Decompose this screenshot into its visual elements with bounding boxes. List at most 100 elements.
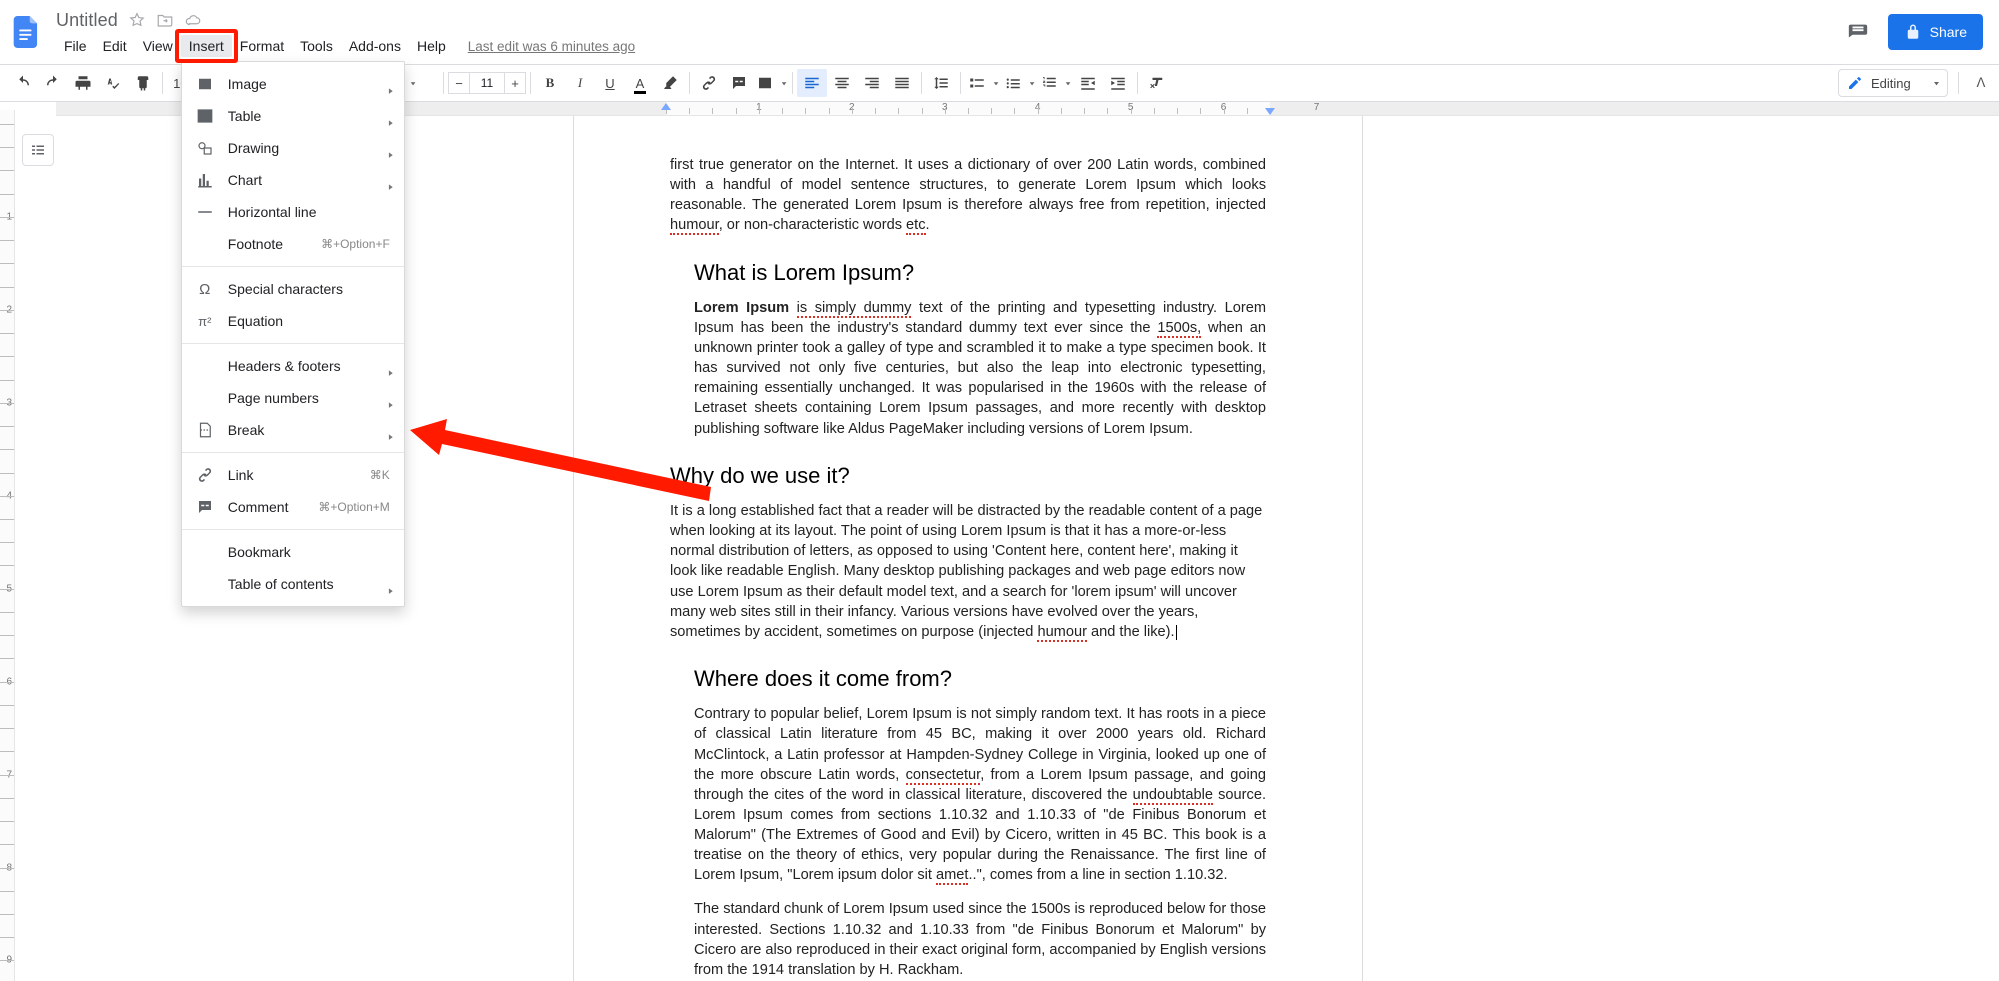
- underline-button[interactable]: U: [595, 69, 625, 97]
- redo-button[interactable]: [38, 69, 68, 97]
- spellcheck-button[interactable]: [98, 69, 128, 97]
- insert-break-item[interactable]: Break: [182, 414, 404, 446]
- menu-item-label: Table of contents: [228, 576, 334, 592]
- menu-item-label: Headers & footers: [228, 358, 341, 374]
- font-size-decrease[interactable]: −: [448, 72, 470, 94]
- cloud-status-icon[interactable]: [184, 11, 202, 29]
- menu-item-label: Horizontal line: [228, 204, 317, 220]
- insert-equation-item[interactable]: π² Equation: [182, 305, 404, 337]
- menu-item-label: Equation: [228, 313, 283, 329]
- menu-format[interactable]: Format: [232, 35, 292, 57]
- menu-edit[interactable]: Edit: [95, 35, 135, 57]
- menu-insert[interactable]: Insert: [181, 35, 232, 57]
- insert-toc-item[interactable]: Table of contents: [182, 568, 404, 600]
- print-button[interactable]: [68, 69, 98, 97]
- bold-button[interactable]: B: [535, 69, 565, 97]
- insert-comment-button[interactable]: [724, 69, 754, 97]
- insert-bookmark-item[interactable]: Bookmark: [182, 536, 404, 568]
- font-size-stepper: − 11 +: [448, 72, 526, 94]
- menu-item-label: Comment: [228, 499, 289, 515]
- menu-item-label: Chart: [228, 172, 262, 188]
- heading: What is Lorem Ipsum?: [670, 258, 1266, 288]
- editing-mode-dropdown[interactable]: Editing: [1838, 69, 1948, 97]
- insert-image-button[interactable]: [754, 69, 788, 97]
- clear-formatting-button[interactable]: [1142, 69, 1172, 97]
- document-title[interactable]: Untitled: [56, 10, 118, 31]
- pi-icon: π²: [196, 312, 214, 330]
- menu-tools[interactable]: Tools: [292, 35, 341, 57]
- docs-logo[interactable]: [8, 14, 44, 50]
- image-icon: [196, 75, 214, 93]
- menu-item-label: Page numbers: [228, 390, 319, 406]
- horizontal-line-icon: [196, 203, 214, 221]
- collapse-toolbar-button[interactable]: ᐱ: [1969, 75, 1993, 91]
- align-center-button[interactable]: [827, 69, 857, 97]
- share-button[interactable]: Share: [1888, 14, 1983, 50]
- table-icon: [196, 107, 214, 125]
- insert-horizontal-line-item[interactable]: Horizontal line: [182, 196, 404, 228]
- insert-headers-footers-item[interactable]: Headers & footers: [182, 350, 404, 382]
- undo-button[interactable]: [8, 69, 38, 97]
- menu-item-label: Footnote: [228, 236, 283, 252]
- indent-increase-button[interactable]: [1103, 69, 1133, 97]
- paragraph: Lorem Ipsum is simply dummy text of the …: [670, 298, 1266, 439]
- insert-drawing-item[interactable]: Drawing: [182, 132, 404, 164]
- insert-comment-item[interactable]: Comment ⌘+Option+M: [182, 491, 404, 523]
- paragraph: The standard chunk of Lorem Ipsum used s…: [670, 899, 1266, 980]
- align-left-button[interactable]: [797, 69, 827, 97]
- paint-format-button[interactable]: [128, 69, 158, 97]
- move-to-folder-icon[interactable]: [156, 11, 174, 29]
- text-color-button[interactable]: A: [625, 69, 655, 97]
- font-size-increase[interactable]: +: [504, 72, 526, 94]
- bulleted-list-button[interactable]: [1001, 69, 1037, 97]
- font-size-value[interactable]: 11: [470, 72, 504, 94]
- blank-icon: [196, 357, 214, 375]
- menu-help[interactable]: Help: [409, 35, 454, 57]
- insert-special-characters-item[interactable]: Ω Special characters: [182, 273, 404, 305]
- heading: Where does it come from?: [670, 664, 1266, 694]
- comment-icon: [196, 498, 214, 516]
- menu-addons[interactable]: Add-ons: [341, 35, 409, 57]
- heading: Why do we use it?: [670, 461, 1266, 491]
- indent-decrease-button[interactable]: [1073, 69, 1103, 97]
- menu-item-label: Drawing: [228, 140, 279, 156]
- lock-icon: [1904, 23, 1922, 41]
- menu-file[interactable]: File: [56, 35, 95, 57]
- numbered-list-button[interactable]: [1037, 69, 1073, 97]
- footnote-icon: [196, 235, 214, 253]
- highlight-color-button[interactable]: [655, 69, 685, 97]
- align-justify-button[interactable]: [887, 69, 917, 97]
- paragraph: first true generator on the Internet. It…: [670, 155, 1266, 236]
- show-outline-button[interactable]: [22, 134, 54, 166]
- menu-item-shortcut: ⌘K: [370, 468, 390, 482]
- page-break-icon: [196, 421, 214, 439]
- menu-item-label: Break: [228, 422, 265, 438]
- align-right-button[interactable]: [857, 69, 887, 97]
- last-edit-link[interactable]: Last edit was 6 minutes ago: [468, 39, 635, 54]
- open-comments-button[interactable]: [1842, 16, 1874, 48]
- checklist-button[interactable]: [965, 69, 1001, 97]
- insert-chart-item[interactable]: Chart: [182, 164, 404, 196]
- line-spacing-button[interactable]: [926, 69, 956, 97]
- insert-footnote-item[interactable]: Footnote ⌘+Option+F: [182, 228, 404, 260]
- docs-icon: [10, 16, 42, 48]
- insert-image-item[interactable]: Image: [182, 68, 404, 100]
- paragraph: It is a long established fact that a rea…: [670, 501, 1266, 642]
- page-content[interactable]: first true generator on the Internet. It…: [574, 111, 1362, 981]
- menu-item-label: Table: [228, 108, 261, 124]
- insert-link-item[interactable]: Link ⌘K: [182, 459, 404, 491]
- chart-icon: [196, 171, 214, 189]
- paragraph: Contrary to popular belief, Lorem Ipsum …: [670, 704, 1266, 885]
- titlebar: Untitled File Edit View Insert Format To…: [0, 0, 1999, 64]
- star-icon[interactable]: [128, 11, 146, 29]
- insert-table-item[interactable]: Table: [182, 100, 404, 132]
- menu-item-label: Link: [228, 467, 254, 483]
- insert-link-button[interactable]: [694, 69, 724, 97]
- italic-button[interactable]: I: [565, 69, 595, 97]
- vertical-ruler[interactable]: 12345678910: [0, 110, 15, 981]
- drawing-icon: [196, 139, 214, 157]
- menu-item-label: Special characters: [228, 281, 343, 297]
- insert-page-numbers-item[interactable]: Page numbers: [182, 382, 404, 414]
- menu-item-shortcut: ⌘+Option+M: [318, 500, 389, 514]
- menu-view[interactable]: View: [135, 35, 181, 57]
